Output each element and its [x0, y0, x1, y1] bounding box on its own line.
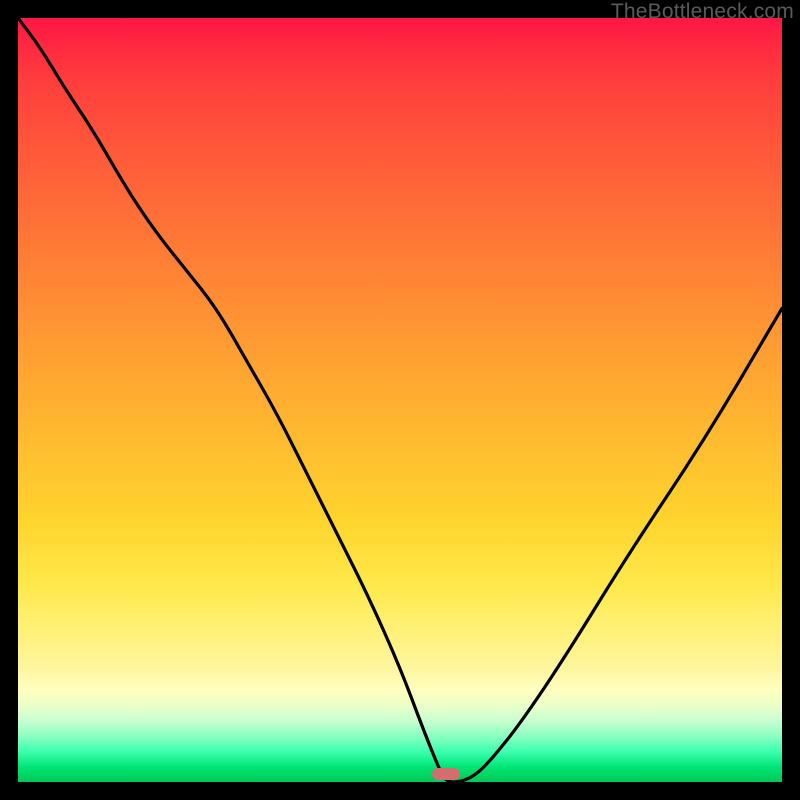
chart-stage: TheBottleneck.com: [0, 0, 800, 800]
bottleneck-curve: [18, 18, 782, 782]
watermark-text: TheBottleneck.com: [611, 0, 794, 24]
curve-layer: [18, 18, 782, 782]
optimum-marker: [432, 768, 460, 780]
plot-area: [18, 18, 782, 782]
